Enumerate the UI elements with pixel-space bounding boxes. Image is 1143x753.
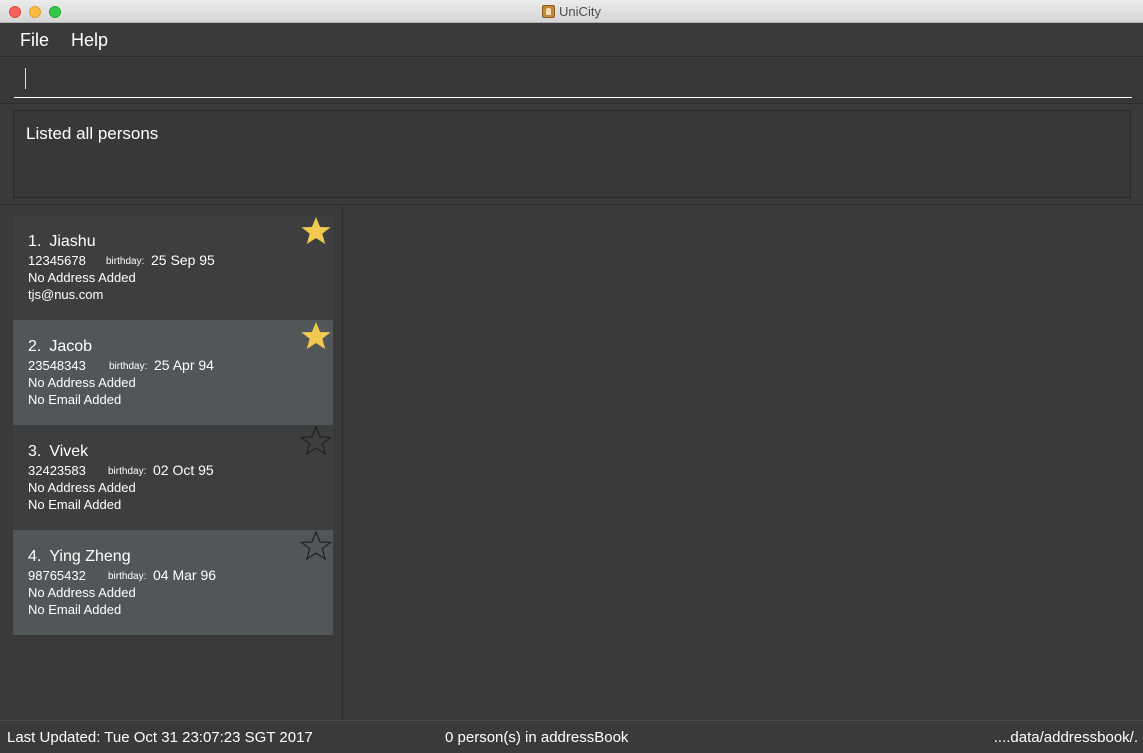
person-phone: 23548343 <box>28 358 86 373</box>
person-index: 1. <box>28 233 42 250</box>
birthday-label: birthday: <box>106 256 145 267</box>
person-email: No Email Added <box>28 497 122 512</box>
person-birthday: 25 Apr 94 <box>154 357 214 373</box>
person-address: No Address Added <box>28 480 136 495</box>
text-cursor <box>25 68 26 89</box>
star-filled-icon[interactable] <box>300 320 332 352</box>
person-list-panel[interactable]: 1. Jiashu 12345678 birthday: 25 Sep 95 No… <box>0 206 343 720</box>
person-email: No Email Added <box>28 602 122 617</box>
person-name: Jiashu <box>49 233 96 250</box>
person-phone: 32423583 <box>28 463 86 478</box>
person-index: 2. <box>28 338 42 355</box>
save-location-status: ....data/addressbook/. <box>993 729 1138 746</box>
person-address: No Address Added <box>28 375 136 390</box>
person-name: Vivek <box>49 443 89 460</box>
star-filled-icon[interactable] <box>300 215 332 247</box>
person-name: Jacob <box>49 338 93 355</box>
person-index: 4. <box>28 548 42 565</box>
person-card[interactable]: 1. Jiashu 12345678 birthday: 25 Sep 95 No… <box>13 215 333 320</box>
person-birthday: 02 Oct 95 <box>153 462 214 478</box>
person-card[interactable]: 2. Jacob 23548343 birthday: 25 Apr 94 No … <box>13 320 333 425</box>
birthday-label: birthday: <box>108 466 147 477</box>
birthday-label: birthday: <box>108 571 147 582</box>
star-outline-icon[interactable] <box>300 425 332 457</box>
command-box <box>0 58 1143 104</box>
person-card[interactable]: 3. Vivek 32423583 birthday: 02 Oct 95 No … <box>13 425 333 530</box>
person-email: tjs@nus.com <box>28 287 104 302</box>
person-phone: 12345678 <box>28 253 86 268</box>
person-birthday: 04 Mar 96 <box>153 567 217 583</box>
menu-file[interactable]: File <box>20 30 49 51</box>
person-card[interactable]: 4. Ying Zheng 98765432 birthday: 04 Mar 9… <box>13 530 333 635</box>
status-bar: Last Updated: Tue Oct 31 23:07:23 SGT 20… <box>0 720 1143 753</box>
person-index: 3. <box>28 443 42 460</box>
result-display: Listed all persons <box>13 110 1131 198</box>
menu-bar: File Help <box>0 23 1143 57</box>
person-email: No Email Added <box>28 392 122 407</box>
result-message: Listed all persons <box>26 124 159 143</box>
app-icon <box>542 5 556 18</box>
person-name: Ying Zheng <box>49 548 131 565</box>
person-birthday: 25 Sep 95 <box>151 252 215 268</box>
person-address: No Address Added <box>28 270 136 285</box>
result-display-area: Listed all persons <box>0 105 1143 205</box>
person-count-status: 0 person(s) in addressBook <box>445 729 629 746</box>
birthday-label: birthday: <box>109 361 148 372</box>
person-phone: 98765432 <box>28 568 86 583</box>
last-updated-status: Last Updated: Tue Oct 31 23:07:23 SGT 20… <box>7 729 313 746</box>
title-bar: UniCity <box>0 0 1143 23</box>
star-outline-icon[interactable] <box>300 530 332 562</box>
person-address: No Address Added <box>28 585 136 600</box>
window-title: UniCity <box>559 4 601 19</box>
browser-panel <box>344 206 1143 720</box>
command-input[interactable] <box>14 66 1132 98</box>
menu-help[interactable]: Help <box>71 30 108 51</box>
